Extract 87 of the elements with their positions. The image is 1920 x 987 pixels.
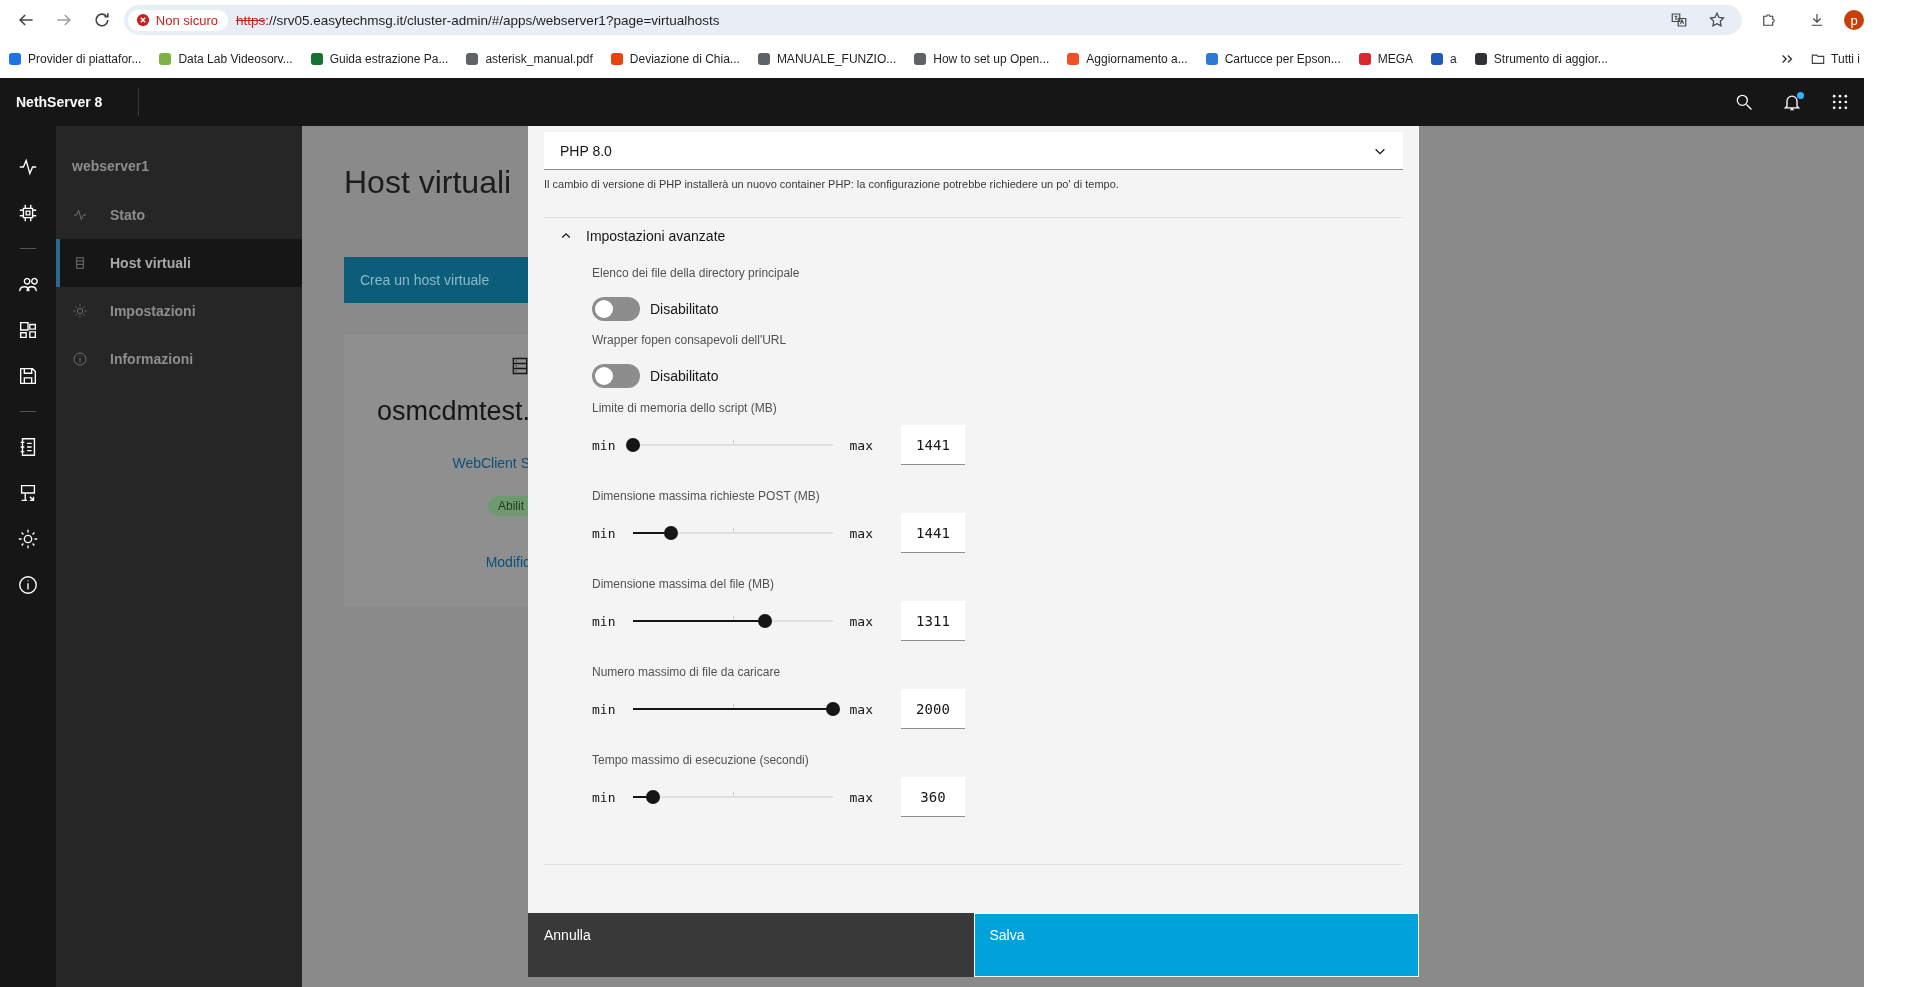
field-label: Wrapper fopen consapevoli dell'URL xyxy=(592,332,788,348)
bookmark[interactable]: Deviazione di Chia... xyxy=(609,52,740,66)
warning-icon xyxy=(135,13,150,27)
slider-thumb[interactable] xyxy=(826,702,841,716)
slider-thumb[interactable] xyxy=(664,526,679,540)
cancel-button[interactable]: Annulla xyxy=(528,913,974,977)
number-input[interactable]: 2000 xyxy=(900,689,965,729)
sidebar-item[interactable]: Stato xyxy=(56,191,302,239)
toggle-switch[interactable] xyxy=(592,297,640,321)
site-icon xyxy=(913,52,928,66)
site-icon xyxy=(309,52,324,66)
activity-icon[interactable] xyxy=(17,156,39,178)
sidebar-item[interactable]: Impostazioni xyxy=(56,287,302,335)
max-label: max xyxy=(849,437,873,453)
star-icon[interactable] xyxy=(1708,11,1727,29)
bookmark[interactable]: How to set up Open... xyxy=(913,52,1050,66)
toggle-state: Disabilitato xyxy=(650,368,719,384)
bookmark[interactable]: Aggiornamento a... xyxy=(1066,52,1188,66)
bookmark[interactable]: a xyxy=(1430,52,1457,66)
slider-thumb[interactable] xyxy=(626,438,641,452)
chevrons-icon[interactable] xyxy=(1780,52,1795,66)
site-icon xyxy=(1357,52,1372,66)
max-label: max xyxy=(849,525,873,541)
accordion-header[interactable]: Impostazioni avanzate xyxy=(544,218,1403,254)
bookmark[interactable]: asterisk_manual.pdf xyxy=(465,52,593,66)
site-icon xyxy=(1066,52,1081,66)
bookmark[interactable]: Provider di piattafor... xyxy=(8,52,142,66)
app-title[interactable]: NethServer 8 xyxy=(0,94,119,110)
site-icon xyxy=(1204,52,1219,66)
sidebar-item[interactable]: Informazioni xyxy=(56,335,302,383)
field-label: Numero massimo di file da caricare xyxy=(592,664,782,680)
url-text: https://srv05.easytechmsg.it/cluster-admin/#/apps/webserver1?page=virtualhosts xyxy=(235,12,720,28)
min-label: min xyxy=(592,789,616,805)
field-label: Tempo massimo di esecuzione (secondi) xyxy=(592,752,810,768)
max-label: max xyxy=(849,701,873,717)
save-icon[interactable] xyxy=(17,365,39,387)
translate-icon[interactable] xyxy=(1670,11,1689,29)
field-label: Dimensione massima del file (MB) xyxy=(592,576,776,592)
bookmark[interactable]: MANUALE_FUNZIO... xyxy=(756,52,897,66)
min-label: min xyxy=(592,437,616,453)
toggle-state: Disabilitato xyxy=(650,301,719,317)
min-label: min xyxy=(592,613,616,629)
number-input[interactable]: 1441 xyxy=(900,425,965,465)
min-label: min xyxy=(592,525,616,541)
bookmark-folder[interactable]: Tutti i xyxy=(1811,52,1860,66)
info-icon[interactable] xyxy=(17,574,39,596)
apps-icon[interactable] xyxy=(17,319,39,341)
folder-icon xyxy=(1811,52,1826,66)
site-icon xyxy=(1430,52,1445,66)
slider-thumb[interactable] xyxy=(646,790,661,804)
activity-icon xyxy=(72,207,88,223)
chip-icon[interactable] xyxy=(17,202,39,224)
site-icon xyxy=(609,52,624,66)
app-grid-icon[interactable] xyxy=(1830,92,1850,112)
number-input[interactable]: 360 xyxy=(900,777,965,817)
php-select[interactable]: PHP 8.0 xyxy=(544,132,1403,170)
site-icon xyxy=(8,52,22,66)
profile-avatar[interactable]: p xyxy=(1844,10,1865,30)
number-input[interactable]: 1311 xyxy=(900,601,965,641)
status-tag: Abilit xyxy=(488,496,530,516)
site-icon xyxy=(756,52,771,66)
site-icon xyxy=(158,52,173,66)
field-label: Elenco dei file della directory principale xyxy=(592,265,801,281)
bookmark[interactable]: Guida estrazione Pa... xyxy=(309,52,449,66)
site-icon xyxy=(1473,52,1488,66)
bookmark[interactable]: Data Lab Videosorv... xyxy=(158,52,293,66)
sidebar-item[interactable]: Host virtuali xyxy=(56,239,302,287)
server-icon xyxy=(510,355,530,377)
address-bar[interactable]: Non sicuro https://srv05.easytechmsg.it/cluster-admin/#/apps/webserver1?page=virtualhosts xyxy=(123,5,1743,35)
max-label: max xyxy=(849,789,873,805)
slider-thumb[interactable] xyxy=(758,614,773,628)
search-icon[interactable] xyxy=(1734,92,1754,112)
page-title: Host virtuali xyxy=(344,164,512,201)
field-label: Dimensione massima richieste POST (MB) xyxy=(592,488,821,504)
field-label: Limite di memoria dello script (MB) xyxy=(592,400,778,416)
max-label: max xyxy=(849,613,873,629)
site-icon xyxy=(465,52,480,66)
info-icon xyxy=(72,351,88,367)
bookmark[interactable]: Strumento di aggior... xyxy=(1473,52,1608,66)
bookmark[interactable]: Cartucce per Epson... xyxy=(1204,52,1341,66)
helper-text: Il cambio di versione di PHP installerà un nuovo container PHP: la configurazione potrebbe richiedere un po' di tempo. xyxy=(544,177,1120,191)
number-input[interactable]: 1441 xyxy=(900,513,965,553)
app-name: webserver1 xyxy=(71,157,151,176)
toggle-switch[interactable] xyxy=(592,364,640,388)
min-label: min xyxy=(592,701,616,717)
host-name: osmcdmtest. xyxy=(376,396,530,427)
bookmark[interactable]: MEGA xyxy=(1357,52,1414,66)
